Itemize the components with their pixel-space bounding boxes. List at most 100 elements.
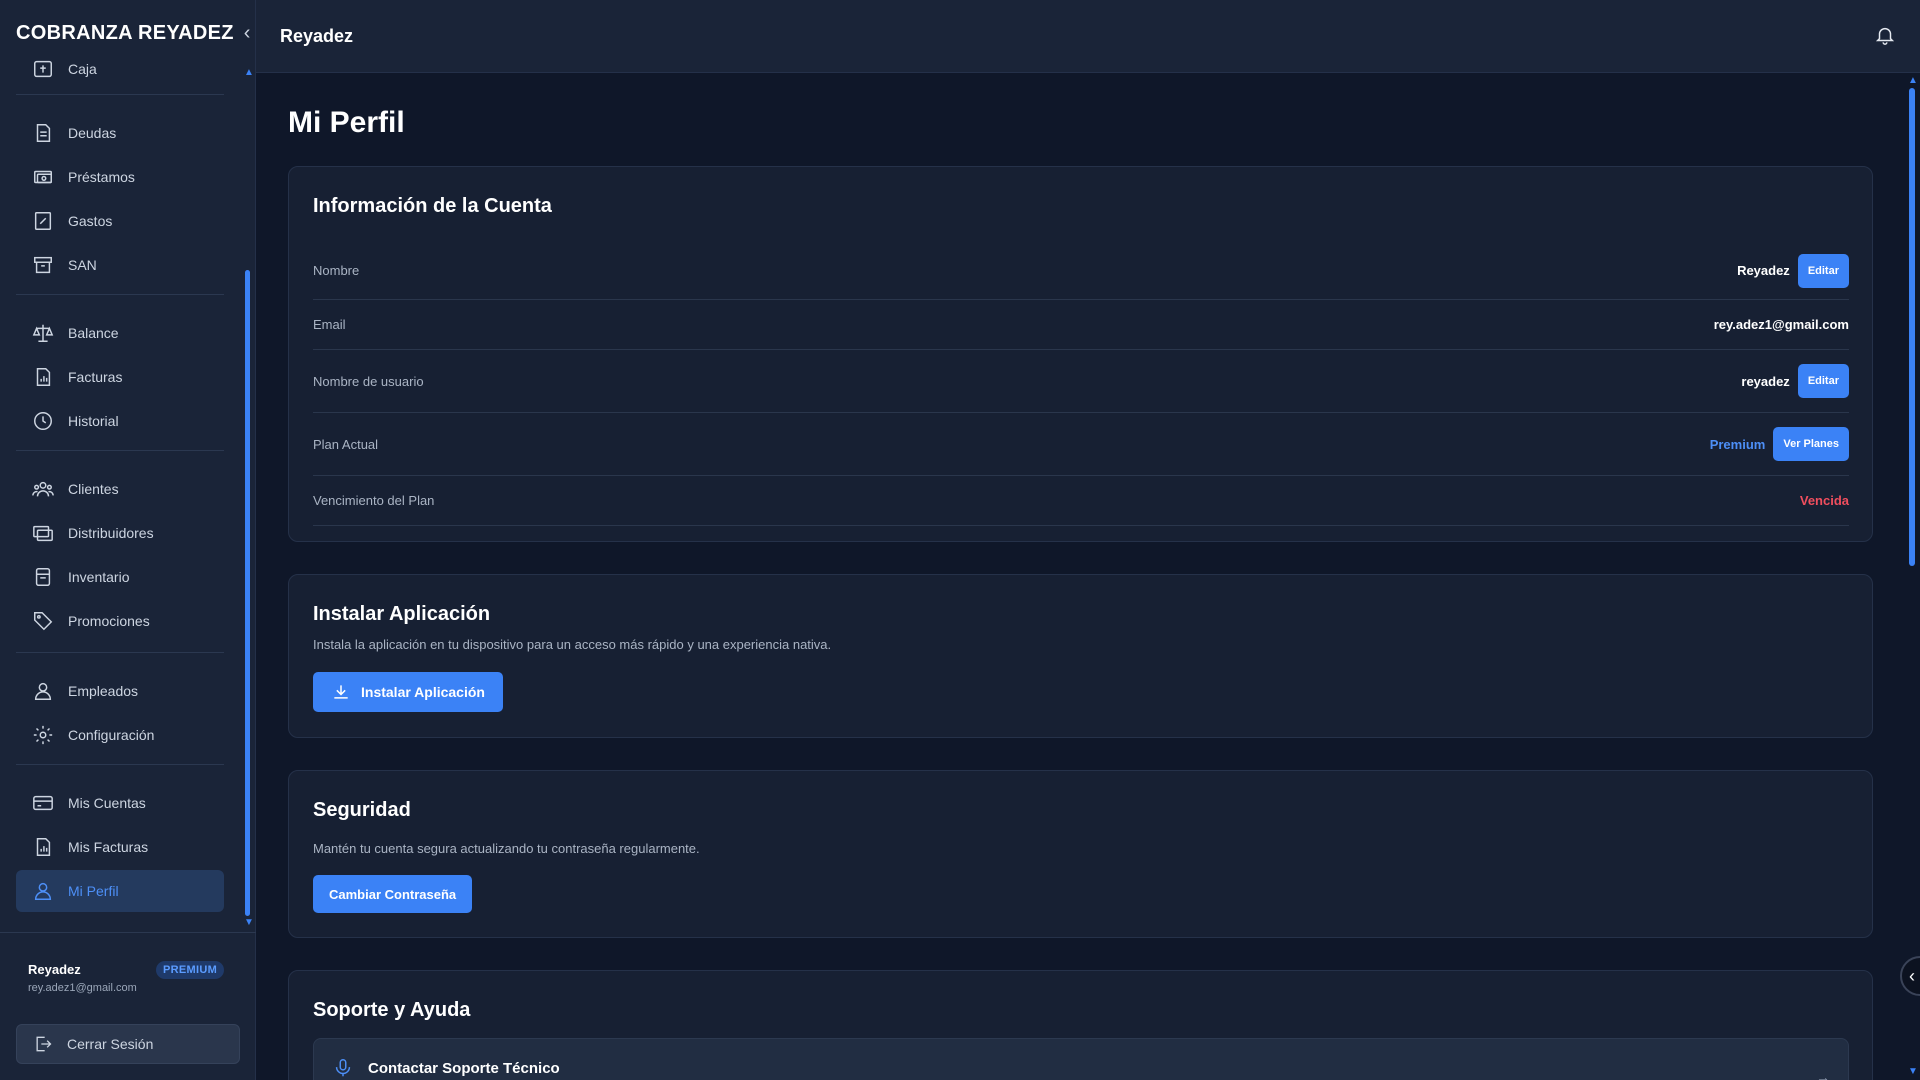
sidebar-item-label: Promociones xyxy=(68,613,150,629)
plan-value: Premium xyxy=(1709,436,1766,452)
divider xyxy=(16,652,224,653)
support-item-title: Contactar Soporte Técnico xyxy=(368,1059,560,1077)
clock-icon xyxy=(34,412,52,430)
sidebar-item-deudas[interactable]: Deudas xyxy=(16,112,224,154)
credit-card-icon xyxy=(33,795,53,811)
sidebar-item-mi-perfil[interactable]: Mi Perfil xyxy=(16,870,224,912)
logout-icon xyxy=(36,1036,52,1052)
install-app-card: Instalar Aplicación Instala la aplicació… xyxy=(288,574,1873,738)
microphone-icon xyxy=(335,1059,351,1077)
row-label: Email xyxy=(313,317,346,332)
document-icon xyxy=(36,124,51,142)
divider xyxy=(16,94,224,95)
sidebar-scrollbar[interactable] xyxy=(245,270,250,916)
edit-username-button[interactable]: Editar xyxy=(1797,364,1849,398)
account-row-username: Nombre de usuario reyadez Editar xyxy=(313,350,1849,413)
user-name: Reyadez xyxy=(28,962,81,977)
card-title: Información de la Cuenta xyxy=(313,195,552,217)
divider xyxy=(0,932,256,933)
top-header: Reyadez xyxy=(256,0,1920,73)
sidebar-item-promociones[interactable]: Promociones xyxy=(16,600,224,642)
sidebar-item-configuracion[interactable]: Configuración xyxy=(16,714,224,756)
brand-title: COBRANZA REYADEZ xyxy=(16,21,234,44)
sidebar-item-label: Historial xyxy=(68,413,119,429)
logout-button[interactable]: Cerrar Sesión xyxy=(16,1024,240,1064)
expiry-status: Vencida xyxy=(1799,493,1849,508)
sidebar-item-label: Mis Facturas xyxy=(68,839,149,855)
sidebar-item-clientes[interactable]: Clientes xyxy=(16,468,224,510)
card-title: Soporte y Ayuda xyxy=(313,999,471,1021)
row-value: reyadez xyxy=(1741,373,1790,389)
plan-badge: PREMIUM xyxy=(156,961,225,979)
sidebar-item-inventario[interactable]: Inventario xyxy=(16,556,224,598)
sidebar-item-label: Mis Cuentas xyxy=(68,795,146,811)
sidebar-item-label: Inventario xyxy=(68,569,130,585)
bell-icon[interactable] xyxy=(1874,24,1896,46)
row-label: Nombre de usuario xyxy=(313,373,424,389)
change-password-button[interactable]: Cambiar Contraseña xyxy=(313,875,473,913)
card-description: Mantén tu cuenta segura actualizando tu … xyxy=(313,841,700,856)
user-email: rey.adez1@gmail.com xyxy=(28,982,137,994)
sidebar-item-facturas[interactable]: Facturas xyxy=(16,356,224,398)
sidebar-item-label: Configuración xyxy=(68,727,155,743)
sidebar-item-prestamos[interactable]: Préstamos xyxy=(16,156,224,198)
edit-name-button[interactable]: Editar xyxy=(1797,253,1849,288)
scroll-down-arrow[interactable]: ▼ xyxy=(244,918,254,928)
logout-label: Cerrar Sesión xyxy=(67,1036,154,1052)
sidebar-item-historial[interactable]: Historial xyxy=(16,400,224,442)
sidebar-item-empleados[interactable]: Empleados xyxy=(16,670,224,712)
account-row-expiry: Vencimiento del Plan Vencida xyxy=(313,476,1849,526)
scroll-up-arrow[interactable]: ▲ xyxy=(1908,76,1918,86)
sidebar-item-caja[interactable]: Caja xyxy=(16,60,224,90)
receipt-icon xyxy=(34,212,52,230)
sidebar-item-label: Clientes xyxy=(68,481,119,497)
sidebar-item-label: Deudas xyxy=(68,125,117,141)
security-card: Seguridad Mantén tu cuenta segura actual… xyxy=(288,770,1873,938)
install-app-button[interactable]: Instalar Aplicación xyxy=(313,672,503,712)
collapse-sidebar-icon[interactable]: ‹ xyxy=(244,23,251,43)
divider xyxy=(16,294,224,295)
support-card: Soporte y Ayuda Contactar Soporte Técnic… xyxy=(288,970,1873,1080)
sidebar-item-gastos[interactable]: Gastos xyxy=(16,200,224,242)
scroll-up-arrow[interactable]: ▲ xyxy=(244,68,254,78)
header-title: Reyadez xyxy=(280,26,354,46)
account-info-card: Información de la Cuenta Nombre Reyadez … xyxy=(288,166,1873,542)
row-value: rey.adez1@gmail.com xyxy=(1713,317,1849,332)
scroll-down-arrow[interactable]: ▼ xyxy=(1908,1067,1918,1077)
page-title: Mi Perfil xyxy=(288,106,405,139)
divider xyxy=(16,450,224,451)
sidebar-item-san[interactable]: SAN xyxy=(16,244,224,286)
user-icon xyxy=(34,882,52,900)
row-value: Reyadez xyxy=(1737,263,1790,278)
invoice-chart-icon xyxy=(36,838,51,856)
view-plans-button[interactable]: Ver Planes xyxy=(1773,427,1849,461)
sidebar-item-label: Distribuidores xyxy=(68,525,154,541)
sidebar-item-mis-facturas[interactable]: Mis Facturas xyxy=(16,826,224,868)
sidebar-item-distribuidores[interactable]: Distribuidores xyxy=(16,512,224,554)
tag-icon xyxy=(34,612,53,631)
contact-support-item[interactable]: Contactar Soporte Técnico → xyxy=(313,1038,1849,1080)
scale-icon xyxy=(32,324,54,342)
sidebar-item-label: Caja xyxy=(68,61,97,77)
arrow-right-icon: → xyxy=(1816,1069,1830,1080)
sidebar-item-label: Gastos xyxy=(68,213,113,229)
archive-icon xyxy=(34,256,52,274)
main-scrollbar[interactable] xyxy=(1909,88,1915,566)
main-content: Mi Perfil Información de la Cuenta Nombr… xyxy=(256,74,1920,1080)
invoice-chart-icon xyxy=(36,368,51,386)
sidebar-item-label: Facturas xyxy=(68,369,123,385)
card-title: Seguridad xyxy=(313,799,411,821)
card-description: Instala la aplicación en tu dispositivo … xyxy=(313,637,832,652)
money-icon xyxy=(34,170,52,184)
brand: COBRANZA REYADEZ ‹ xyxy=(16,20,250,46)
sidebar-item-mis-cuentas[interactable]: Mis Cuentas xyxy=(16,782,224,824)
gear-icon xyxy=(33,725,53,745)
sidebar-item-label: Mi Perfil xyxy=(68,883,119,899)
sidebar-item-balance[interactable]: Balance xyxy=(16,312,224,354)
card-title: Instalar Aplicación xyxy=(313,603,491,625)
sidebar-item-label: SAN xyxy=(68,257,97,273)
account-row-plan: Plan Actual Premium Ver Planes xyxy=(313,413,1849,476)
divider xyxy=(16,764,224,765)
cards-icon xyxy=(33,525,53,542)
row-label: Nombre xyxy=(313,263,360,278)
